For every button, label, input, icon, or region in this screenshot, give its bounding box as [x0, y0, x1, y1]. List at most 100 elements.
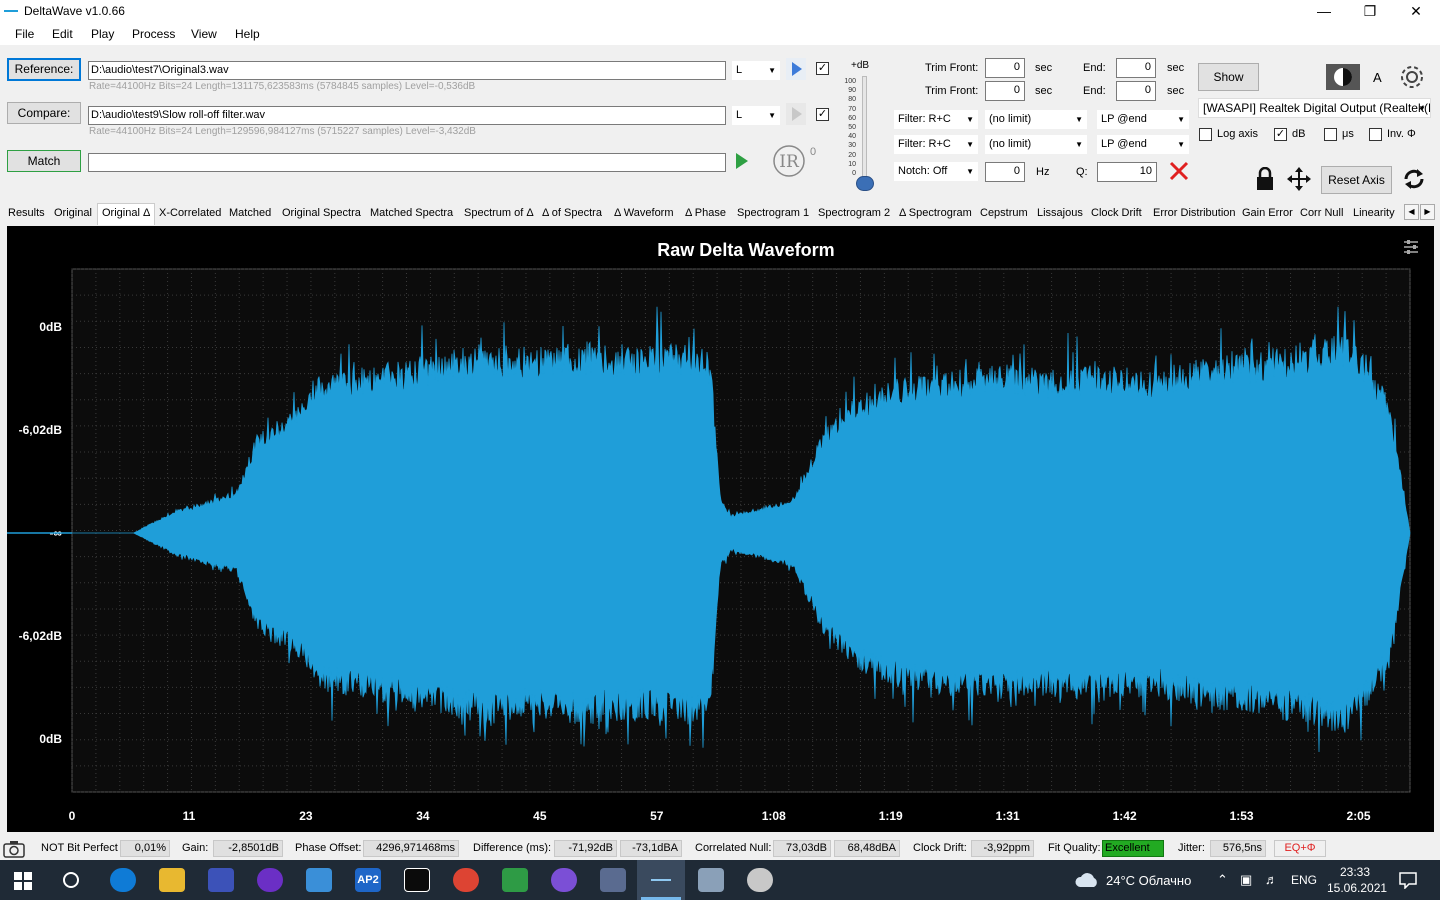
save-floppy-icon[interactable] [208, 868, 234, 892]
reference-path-field[interactable]: D:\audio\test7\Original3.wav [88, 61, 726, 80]
tab-original-delta[interactable]: Original Δ [97, 203, 156, 225]
close-icon[interactable]: ✕ [1393, 0, 1439, 23]
chevron-up-icon[interactable]: ⌃ [1217, 872, 1228, 888]
menu-view[interactable]: View [191, 27, 217, 41]
compare-channel-select[interactable]: L ▼ [732, 106, 780, 125]
delta-waveform-chart[interactable]: Raw Delta Waveform0dB-6,02dB-∞-6,02dB0dB… [7, 226, 1434, 832]
tab-linearity[interactable]: Linearity [1353, 207, 1395, 219]
tab-scroll-left-icon[interactable]: ◀ [1404, 204, 1419, 220]
tab-original[interactable]: Original [54, 207, 92, 219]
tab-matched[interactable]: Matched [229, 207, 271, 219]
reference-channel-select[interactable]: L ▼ [732, 61, 780, 80]
tab-spectrogram-1[interactable]: Spectrogram 1 [737, 207, 809, 219]
reference-button[interactable]: Reference: [7, 58, 81, 81]
ap2-icon[interactable]: AP2 [355, 868, 381, 892]
notch-select[interactable]: Notch: Off ▼ [894, 162, 978, 181]
tab-spectrogram-2[interactable]: Spectrogram 2 [818, 207, 890, 219]
tab-spectrum-of-delta[interactable]: Spectrum of Δ [464, 207, 534, 219]
eq-phase-indicator[interactable]: EQ+Φ [1274, 840, 1326, 857]
tab-results[interactable]: Results [8, 207, 45, 219]
notch-q-input[interactable]: 10 [1097, 162, 1157, 182]
file-explorer-icon[interactable] [159, 868, 185, 892]
trim-front-input-2[interactable]: 0 [985, 81, 1025, 101]
play-compare-icon[interactable] [786, 103, 806, 125]
filter-lp-select-2[interactable]: LP @end ▼ [1097, 135, 1189, 154]
menu-file[interactable]: File [15, 27, 34, 41]
compare-enable-checkbox[interactable]: ✓ [816, 108, 829, 121]
camera-icon[interactable] [3, 840, 25, 858]
edge-icon[interactable] [110, 868, 136, 892]
refresh-icon[interactable] [1401, 166, 1427, 192]
clear-filters-icon[interactable] [1169, 161, 1189, 181]
tab-lissajous[interactable]: Lissajous [1037, 207, 1083, 219]
mail-icon[interactable] [306, 868, 332, 892]
disk-app-icon[interactable] [747, 868, 773, 892]
tab-delta-phase[interactable]: Δ Phase [685, 207, 726, 219]
match-button[interactable]: Match [7, 150, 81, 172]
deltawave-taskbar-button[interactable] [637, 860, 685, 900]
trim-end-input[interactable]: 0 [1116, 58, 1156, 78]
tab-gain-error[interactable]: Gain Error [1242, 207, 1293, 219]
output-device-select[interactable]: [WASAPI] Realtek Digital Output (Realtek… [1198, 98, 1431, 118]
language-indicator[interactable]: ENG [1291, 873, 1317, 887]
chart-settings-icon[interactable] [1404, 240, 1418, 254]
tab-x-correlated[interactable]: X-Correlated [159, 207, 221, 219]
tab-error-distribution[interactable]: Error Distribution [1153, 207, 1236, 219]
trim-front-input[interactable]: 0 [985, 58, 1025, 78]
menu-play[interactable]: Play [91, 27, 114, 41]
reference-enable-checkbox[interactable]: ✓ [816, 62, 829, 75]
filter-type-select-1[interactable]: Filter: R+C ▼ [894, 110, 978, 129]
notification-icon[interactable] [1398, 871, 1418, 889]
show-button[interactable]: Show [1198, 63, 1259, 91]
filter-lp-select-1[interactable]: LP @end ▼ [1097, 110, 1189, 129]
viber-icon[interactable] [551, 868, 577, 892]
weather-text[interactable]: 24°C Облачно [1106, 873, 1191, 888]
window-app-icon[interactable] [698, 868, 724, 892]
network-icon[interactable]: ▣ [1240, 872, 1252, 888]
tab-delta-waveform[interactable]: Δ Waveform [614, 207, 674, 219]
invert-phase-checkbox[interactable] [1369, 128, 1382, 141]
compare-path-field[interactable]: D:\audio\test9\Slow roll-off filter.wav [88, 106, 726, 125]
jetbrains-icon[interactable] [404, 868, 430, 892]
filter-limit-select-1[interactable]: (no limit) ▼ [985, 110, 1087, 129]
tab-corr-null[interactable]: Corr Null [1300, 207, 1343, 219]
network-app-icon[interactable] [600, 868, 626, 892]
play-reference-icon[interactable] [786, 58, 806, 80]
task-view-icon[interactable] [62, 871, 80, 889]
tab-scroll-right-icon[interactable]: ▶ [1420, 204, 1435, 220]
menu-process[interactable]: Process [132, 27, 175, 41]
pan-move-icon[interactable] [1286, 166, 1312, 192]
v-app-icon[interactable] [502, 868, 528, 892]
level-slider-thumb[interactable] [856, 176, 874, 191]
clock-date[interactable]: 15.06.2021 [1327, 881, 1387, 895]
tab-matched-spectra[interactable]: Matched Spectra [370, 207, 453, 219]
theme-toggle-icon[interactable] [1326, 64, 1360, 90]
windows-start-icon[interactable] [14, 872, 32, 890]
audio-player-icon[interactable] [257, 868, 283, 892]
us-checkbox[interactable] [1324, 128, 1337, 141]
channel-a-label[interactable]: A [1373, 70, 1382, 85]
minimize-icon[interactable]: — [1301, 0, 1347, 23]
lock-icon[interactable] [1255, 167, 1275, 191]
run-match-icon[interactable] [734, 152, 750, 170]
trim-end-input-2[interactable]: 0 [1116, 81, 1156, 101]
maximize-icon[interactable]: ❐ [1347, 0, 1393, 23]
log-axis-checkbox[interactable] [1199, 128, 1212, 141]
ir-icon[interactable]: IR 0 [772, 143, 818, 179]
tab-delta-of-spectra[interactable]: Δ of Spectra [542, 207, 602, 219]
chrome-icon[interactable] [453, 868, 479, 892]
menu-edit[interactable]: Edit [52, 27, 73, 41]
settings-gear-icon[interactable] [1399, 64, 1425, 90]
filter-type-select-2[interactable]: Filter: R+C ▼ [894, 135, 978, 154]
tab-clock-drift[interactable]: Clock Drift [1091, 207, 1142, 219]
reset-axis-button[interactable]: Reset Axis [1321, 166, 1392, 194]
tab-delta-spectrogram[interactable]: Δ Spectrogram [899, 207, 972, 219]
filter-limit-select-2[interactable]: (no limit) ▼ [985, 135, 1087, 154]
db-checkbox[interactable]: ✓ [1274, 128, 1287, 141]
compare-button[interactable]: Compare: [7, 102, 81, 124]
level-slider-track[interactable] [862, 76, 867, 186]
notch-hz-input[interactable]: 0 [985, 162, 1025, 182]
tab-original-spectra[interactable]: Original Spectra [282, 207, 361, 219]
menu-help[interactable]: Help [235, 27, 260, 41]
tab-cepstrum[interactable]: Cepstrum [980, 207, 1028, 219]
